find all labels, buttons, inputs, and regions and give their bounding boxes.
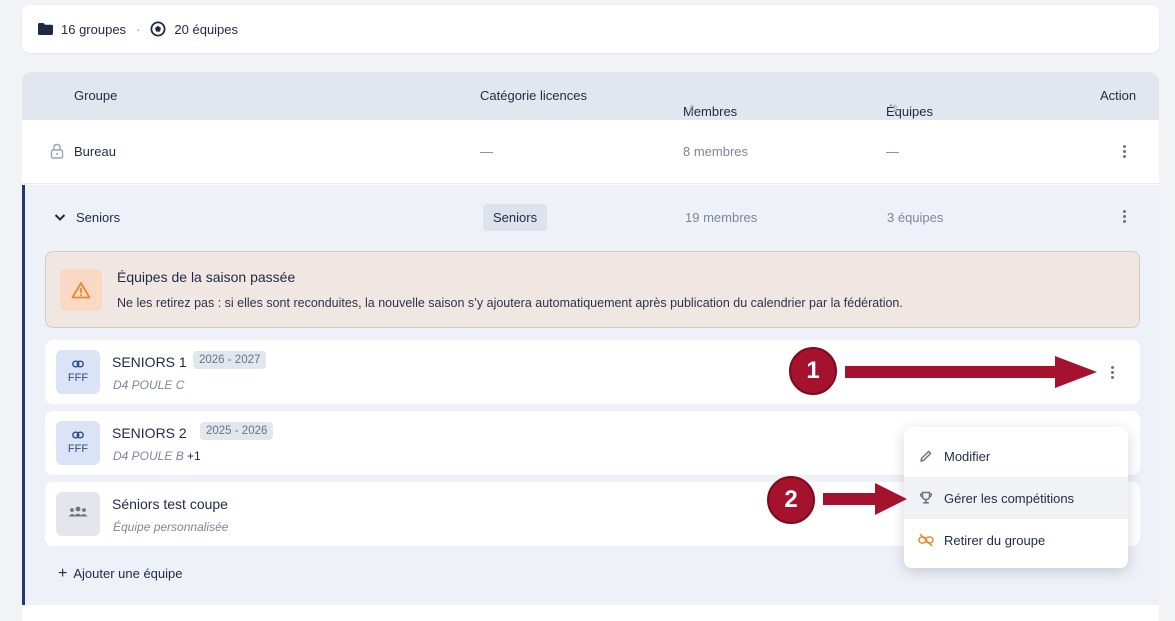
group-teams: 3 équipes bbox=[887, 210, 944, 225]
people-icon bbox=[68, 506, 88, 521]
category-badge: Seniors bbox=[483, 204, 548, 231]
menu-item-edit[interactable]: Modifier bbox=[904, 435, 1128, 477]
fff-link-logo: FFF bbox=[56, 421, 100, 465]
lock-icon bbox=[50, 143, 64, 162]
more-options-icon[interactable] bbox=[1103, 363, 1121, 381]
pencil-icon bbox=[918, 448, 934, 464]
team-custom-logo bbox=[56, 492, 100, 536]
logo-label: FFF bbox=[67, 443, 89, 455]
fff-link-logo: FFF bbox=[56, 350, 100, 394]
group-name: Seniors bbox=[76, 210, 121, 225]
teams-count: 20 équipes bbox=[174, 21, 239, 37]
groups-count: 16 groupes bbox=[61, 21, 127, 37]
header-category: Catégorie licences bbox=[480, 88, 587, 103]
table-row-seniors[interactable]: Seniors Seniors 19 membres 3 équipes bbox=[25, 185, 1159, 249]
team-name: SENIORS 1 bbox=[112, 354, 187, 370]
chevron-down-icon[interactable] bbox=[54, 210, 66, 225]
add-team-button[interactable]: + Ajouter une équipe bbox=[58, 565, 183, 583]
group-teams: — bbox=[886, 144, 899, 159]
sort-icon: ⇕ bbox=[688, 104, 697, 115]
alert-title: Équipes de la saison passée bbox=[117, 269, 296, 285]
warning-icon bbox=[60, 269, 102, 311]
team-type: Équipe personnalisée bbox=[113, 520, 229, 534]
season-warning-alert: Équipes de la saison passée Ne les retir… bbox=[45, 251, 1140, 328]
summary-bar: 16 groupes · 20 équipes bbox=[22, 5, 1159, 53]
season-badge: 2026 - 2027 bbox=[193, 351, 267, 369]
team-actions-menu: Modifier Gérer les compétitions Retirer … bbox=[904, 427, 1128, 568]
table-header: Groupe Catégorie licences Membres ⇕ Équip… bbox=[22, 72, 1159, 120]
callout-2: 2 bbox=[767, 476, 815, 524]
logo-label: FFF bbox=[67, 372, 89, 384]
ball-icon bbox=[150, 21, 166, 37]
folder-icon bbox=[38, 23, 53, 35]
callout-arrow-1 bbox=[845, 356, 1097, 388]
header-group: Groupe bbox=[74, 88, 118, 103]
more-options-icon[interactable] bbox=[1115, 142, 1133, 160]
callout-1: 1 bbox=[789, 347, 837, 395]
extra-count: +1 bbox=[187, 449, 201, 463]
alert-message: Ne les retirez pas : si elles sont recon… bbox=[117, 296, 903, 310]
team-name: SENIORS 2 bbox=[112, 425, 187, 441]
menu-item-remove[interactable]: Retirer du groupe bbox=[904, 519, 1128, 561]
unlink-icon bbox=[918, 532, 934, 548]
callout-arrow-2 bbox=[823, 483, 907, 515]
link-icon bbox=[72, 359, 84, 372]
more-options-icon[interactable] bbox=[1115, 207, 1133, 225]
trophy-icon bbox=[918, 490, 934, 506]
table-row-bureau[interactable]: Bureau — 8 membres — bbox=[22, 120, 1159, 184]
team-division: D4 POULE C bbox=[113, 378, 185, 392]
group-category: — bbox=[480, 144, 493, 159]
separator-dot: · bbox=[136, 21, 141, 37]
group-members: 8 membres bbox=[683, 144, 749, 159]
group-members: 19 membres bbox=[685, 210, 758, 225]
season-badge: 2025 - 2026 bbox=[200, 422, 274, 440]
team-division: D4 POULE B +1 bbox=[113, 449, 201, 463]
header-action: Action bbox=[1100, 88, 1137, 103]
plus-icon: + bbox=[58, 565, 68, 582]
link-icon bbox=[72, 430, 84, 443]
menu-item-competitions[interactable]: Gérer les compétitions bbox=[904, 477, 1128, 519]
group-name: Bureau bbox=[74, 144, 116, 159]
sort-icon: ⇕ bbox=[891, 104, 900, 115]
team-name: Séniors test coupe bbox=[112, 496, 228, 512]
